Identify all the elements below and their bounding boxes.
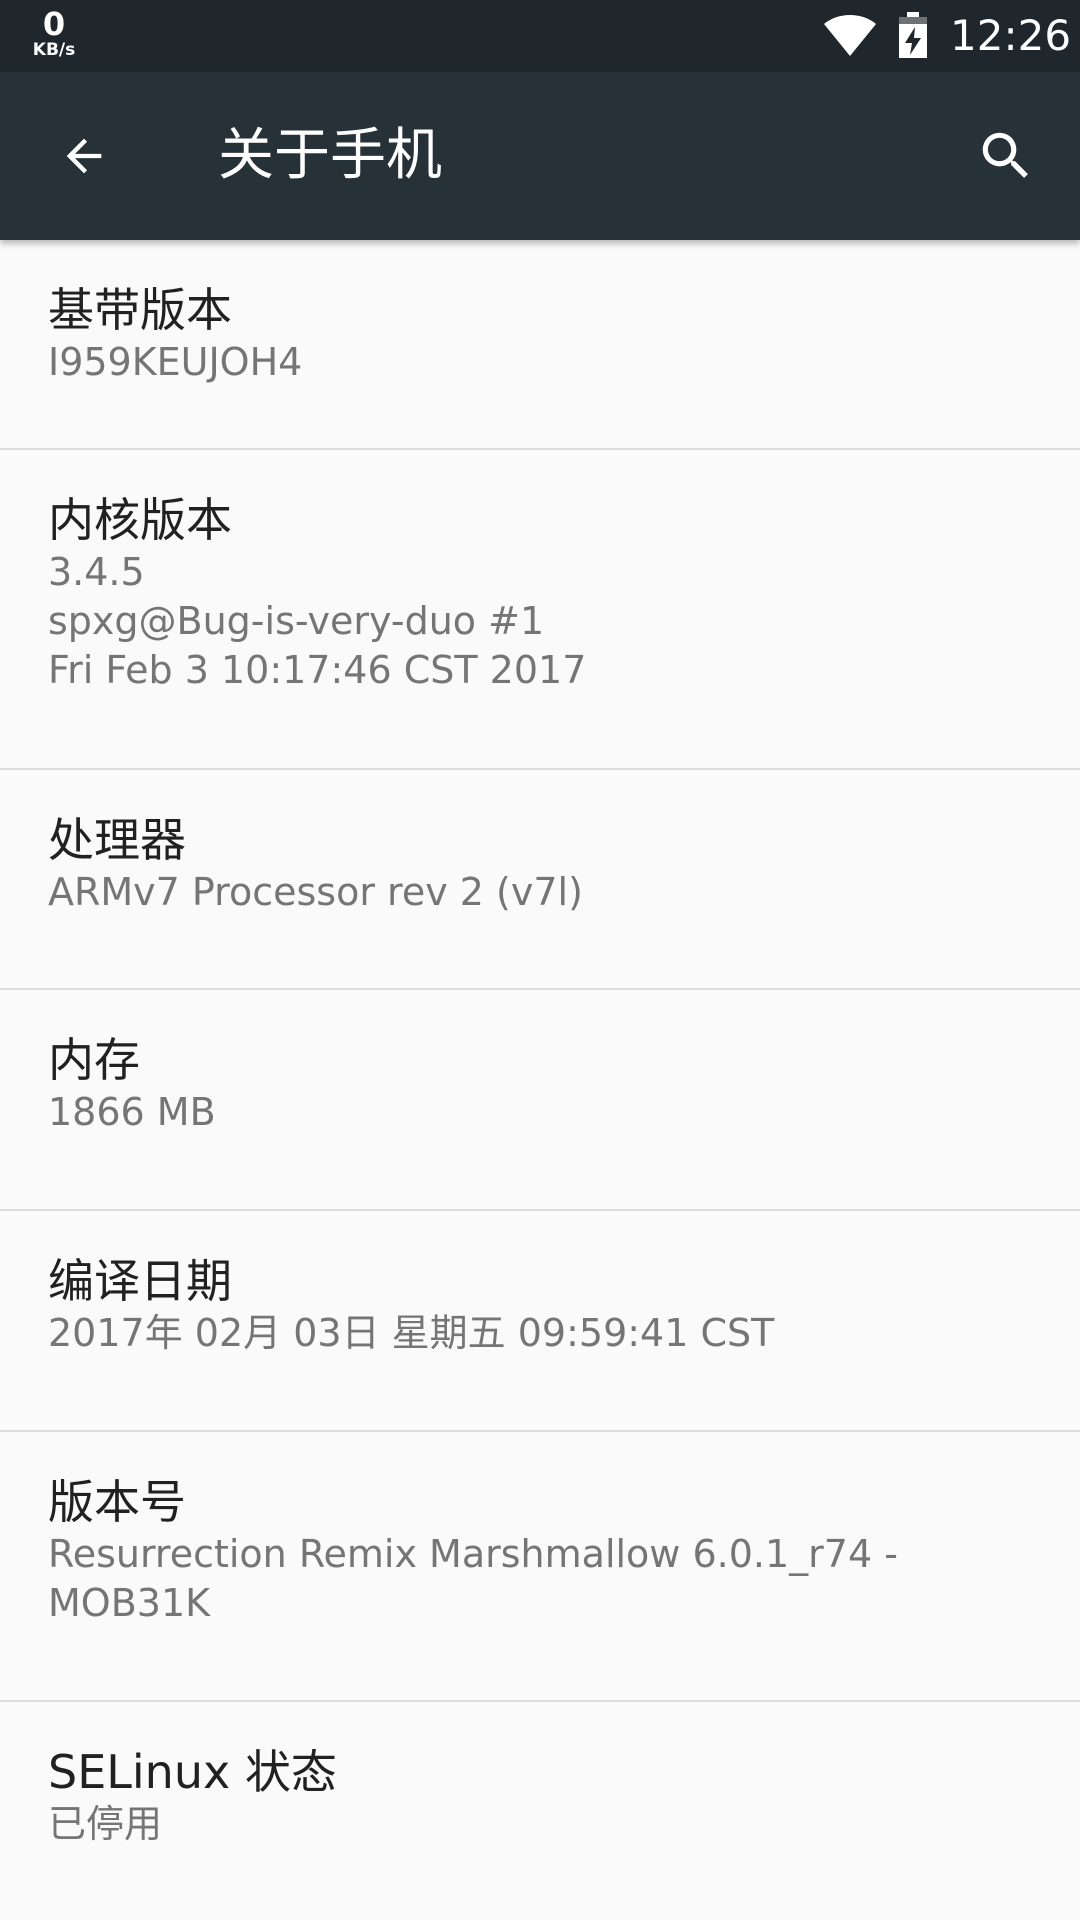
- network-speed-value: 0: [42, 5, 66, 43]
- setting-item-summary: 2017年 02月 03日 星期五 09:59:41 CST: [48, 1311, 775, 1355]
- setting-item-build-date[interactable]: 编译日期 2017年 02月 03日 星期五 09:59:41 CST: [0, 1211, 1080, 1432]
- setting-item-title: 基带版本: [48, 283, 232, 337]
- setting-item-title: SELinux 状态: [48, 1745, 337, 1799]
- wifi-icon: [824, 15, 876, 56]
- setting-item-summary: I959KEUJOH4: [48, 340, 303, 384]
- setting-item-title: 处理器: [48, 813, 186, 867]
- back-button[interactable]: [42, 114, 126, 198]
- setting-item-summary: 1866 MB: [48, 1090, 216, 1134]
- setting-item-title: 内存: [48, 1033, 140, 1087]
- setting-item-baseband-version[interactable]: 基带版本 I959KEUJOH4: [0, 240, 1080, 450]
- settings-list: 基带版本 I959KEUJOH4 内核版本 3.4.5 spxg@Bug-is-…: [0, 240, 1080, 1917]
- network-speed-unit: KB/s: [32, 40, 76, 60]
- setting-item-memory[interactable]: 内存 1866 MB: [0, 990, 1080, 1211]
- search-icon: [982, 132, 1028, 178]
- app-bar: 关于手机: [0, 72, 1080, 240]
- setting-item-title: 编译日期: [48, 1254, 232, 1308]
- back-arrow-icon: [66, 138, 102, 174]
- battery-charging-icon: [899, 12, 927, 58]
- setting-item-kernel-version[interactable]: 内核版本 3.4.5 spxg@Bug-is-very-duo #1 Fri F…: [0, 450, 1080, 770]
- setting-item-title: 内核版本: [48, 493, 232, 547]
- setting-item-title: 版本号: [48, 1475, 186, 1529]
- setting-item-selinux-status[interactable]: SELinux 状态 已停用: [0, 1702, 1080, 1917]
- status-clock: 12:26: [950, 11, 1072, 60]
- setting-item-summary: ARMv7 Processor rev 2 (v7l): [48, 870, 583, 914]
- network-speed-indicator: 0 KB/s: [26, 8, 82, 59]
- setting-item-processor[interactable]: 处理器 ARMv7 Processor rev 2 (v7l): [0, 770, 1080, 990]
- setting-item-build-number[interactable]: 版本号 Resurrection Remix Marshmallow 6.0.1…: [0, 1432, 1080, 1702]
- setting-item-summary: Resurrection Remix Marshmallow 6.0.1_r74…: [48, 1532, 898, 1625]
- page-title: 关于手机: [218, 123, 442, 188]
- search-button[interactable]: [964, 114, 1048, 198]
- setting-item-summary: 3.4.5 spxg@Bug-is-very-duo #1 Fri Feb 3 …: [48, 550, 587, 692]
- status-bar: 0 KB/s 12:26: [0, 0, 1080, 72]
- setting-item-summary: 已停用: [48, 1802, 163, 1846]
